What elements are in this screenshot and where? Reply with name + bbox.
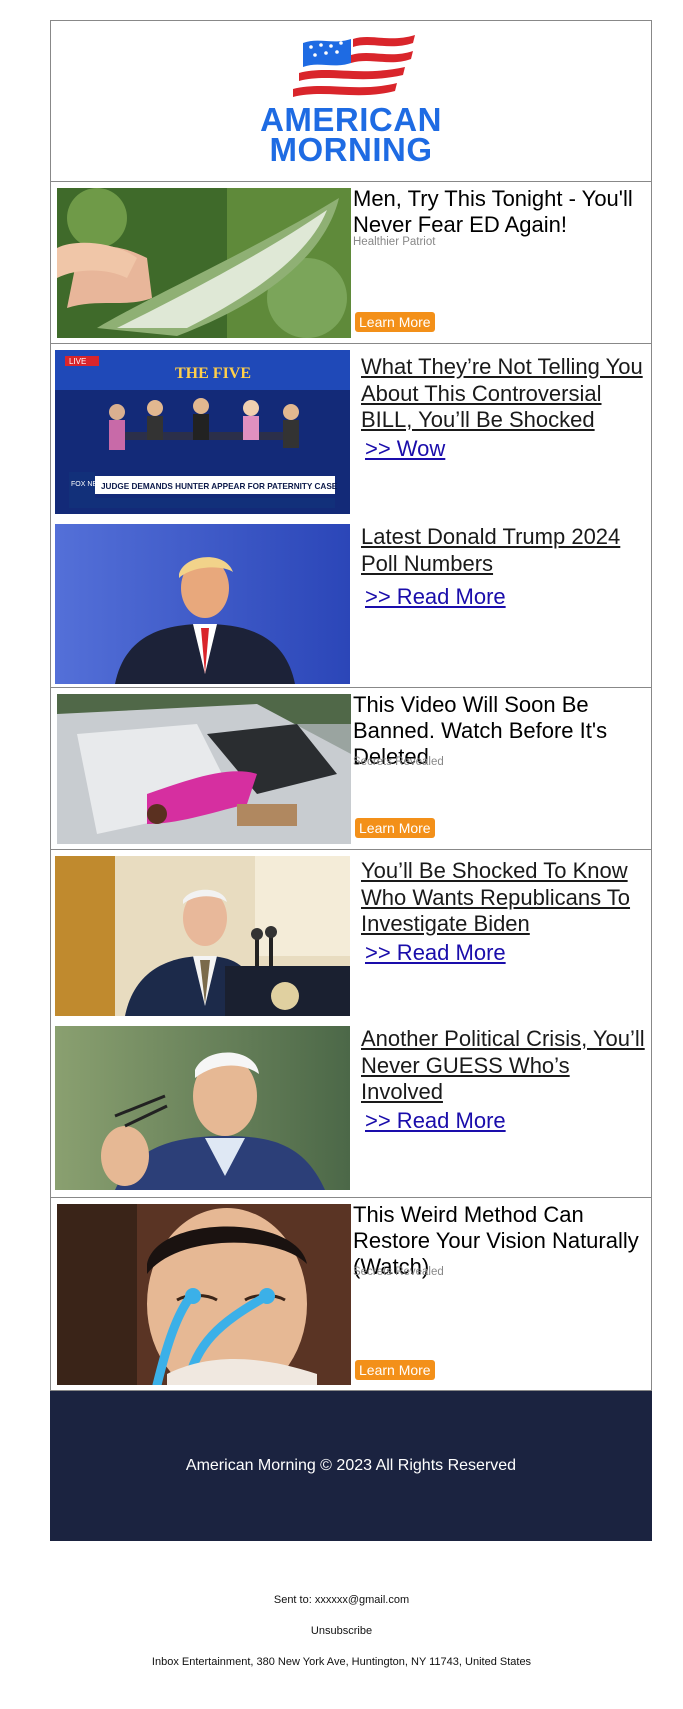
ad-sponsor: Secrets Revealed bbox=[353, 756, 444, 768]
sponsored-ad[interactable]: This Weird Method Can Restore Your Visio… bbox=[50, 1198, 652, 1391]
story-title[interactable]: You’ll Be Shocked To Know Who Wants Repu… bbox=[361, 858, 651, 938]
sponsored-ad[interactable]: This Video Will Soon Be Banned. Watch Be… bbox=[50, 688, 652, 850]
brand-logo-text: AMERICAN MORNING bbox=[51, 103, 651, 168]
read-more-link[interactable]: >> Read More bbox=[365, 1108, 506, 1134]
aloe-vera-photo[interactable] bbox=[57, 188, 351, 338]
ad-sponsor: Secrets Revealed bbox=[353, 1266, 444, 1278]
sent-to-text: Sent to: xxxxxx@gmail.com bbox=[273, 1594, 410, 1606]
news-chyron: JUDGE DEMANDS HUNTER APPEAR FOR PATERNIT… bbox=[101, 482, 338, 491]
read-more-link[interactable]: >> Read More bbox=[365, 940, 506, 966]
story-group: You’ll Be Shocked To Know Who Wants Repu… bbox=[50, 850, 652, 1198]
sports-car-photo[interactable] bbox=[57, 694, 351, 844]
ad-headline[interactable]: Men, Try This Tonight - You'll Never Fea… bbox=[353, 186, 649, 238]
trump-photo[interactable] bbox=[55, 524, 350, 684]
news-panel-photo[interactable]: LIVE THE FIVE FOX NEWS JUDGE DEMANDS HUN… bbox=[55, 350, 350, 514]
waving-flag-icon bbox=[293, 35, 415, 97]
footer-banner: American Morning © 2023 All Rights Reser… bbox=[50, 1391, 652, 1541]
story-title[interactable]: What They’re Not Telling You About This … bbox=[361, 354, 651, 434]
mailing-address: Inbox Entertainment, 380 New York Ave, H… bbox=[151, 1656, 532, 1668]
story-group: LIVE THE FIVE FOX NEWS JUDGE DEMANDS HUN… bbox=[50, 344, 652, 688]
story-title[interactable]: Another Political Crisis, You’ll Never G… bbox=[361, 1026, 651, 1106]
copyright-text: American Morning © 2023 All Rights Reser… bbox=[185, 1457, 517, 1474]
svg-text:LIVE: LIVE bbox=[69, 357, 86, 366]
story-title[interactable]: Latest Donald Trump 2024 Poll Numbers bbox=[361, 524, 651, 577]
show-name: THE FIVE bbox=[175, 365, 251, 382]
newsletter-header: AMERICAN MORNING bbox=[50, 20, 652, 182]
biden-podium-photo[interactable] bbox=[55, 856, 350, 1016]
learn-more-button[interactable]: Learn More bbox=[355, 818, 435, 838]
brand-name-line2: MORNING bbox=[269, 131, 433, 168]
email-container: AMERICAN MORNING Men, Try This Tonight -… bbox=[50, 20, 652, 1541]
biden-glasses-photo[interactable] bbox=[55, 1026, 350, 1190]
eye-massager-photo[interactable] bbox=[57, 1204, 351, 1385]
sponsored-ad[interactable]: Men, Try This Tonight - You'll Never Fea… bbox=[50, 182, 652, 344]
learn-more-button[interactable]: Learn More bbox=[355, 312, 435, 332]
read-more-link[interactable]: >> Wow bbox=[365, 436, 445, 462]
unsubscribe-link[interactable]: Unsubscribe bbox=[0, 1625, 683, 1637]
learn-more-button[interactable]: Learn More bbox=[355, 1360, 435, 1380]
read-more-link[interactable]: >> Read More bbox=[365, 584, 506, 610]
ad-sponsor: Healthier Patriot bbox=[353, 236, 436, 248]
